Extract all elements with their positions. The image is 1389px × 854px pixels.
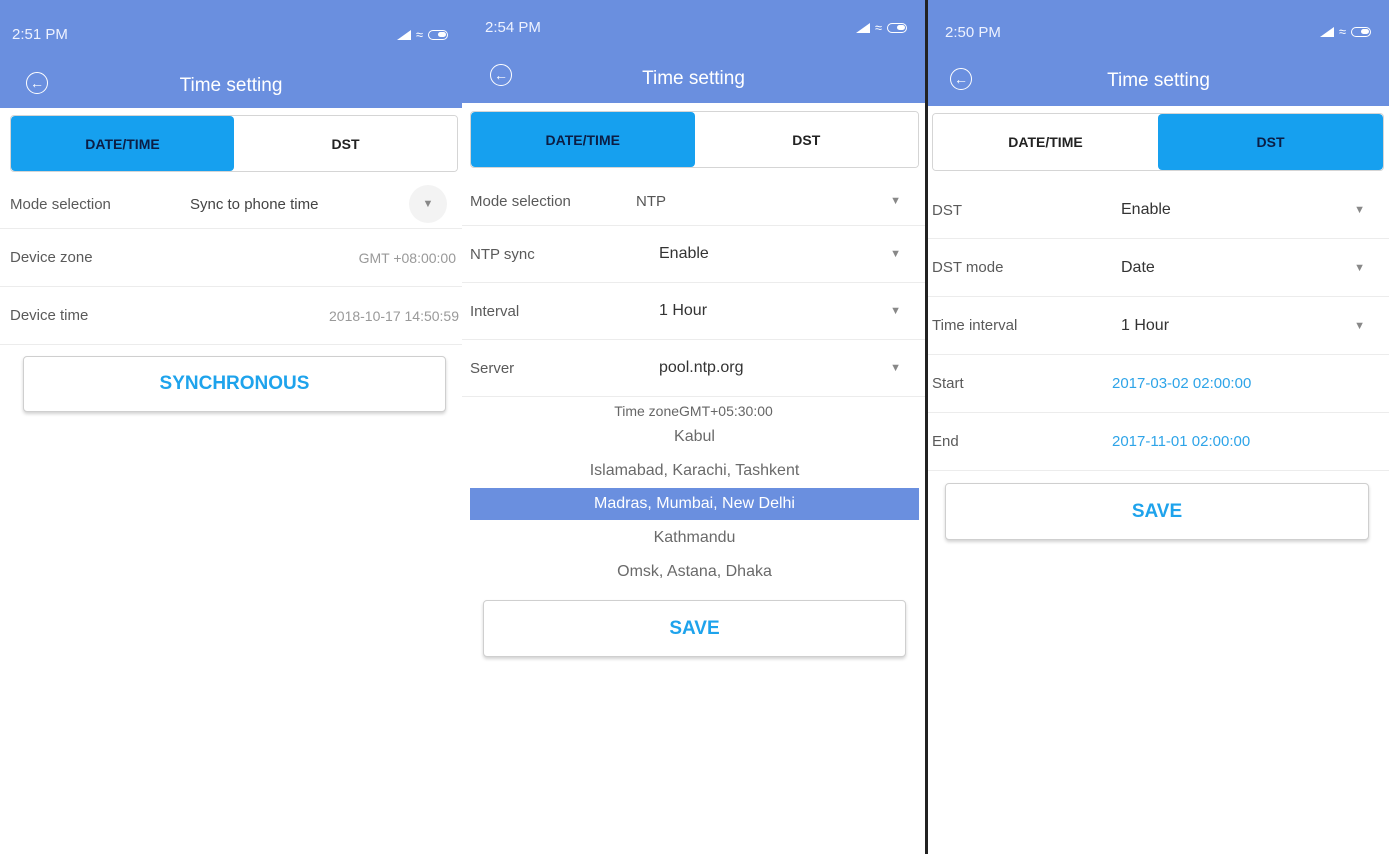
dropdown-caret-icon[interactable]: ▼ [890,362,901,374]
mode-selection-label: Mode selection [470,192,571,210]
dropdown-caret-icon[interactable]: ▼ [890,305,901,317]
dropdown-caret-icon[interactable]: ▼ [890,248,901,260]
tab-dst[interactable]: DST [234,116,457,171]
status-icons: ≈ [854,21,907,34]
end-label: End [932,433,959,450]
tab-bar: DATE/TIME DST [10,115,458,172]
ntp-sync-label: NTP sync [470,245,535,263]
dst-mode-value[interactable]: Date [1121,259,1155,277]
signal-icon [395,29,411,40]
time-interval-label: Time interval [932,317,1018,334]
tab-dst[interactable]: DST [694,112,918,167]
interval-value[interactable]: 1 Hour [659,302,707,320]
end-row[interactable]: End 2017-11-01 02:00:00 [928,413,1389,471]
mode-selection-label: Mode selection [10,195,111,213]
ntp-sync-value[interactable]: Enable [659,245,709,263]
time-interval-row[interactable]: Time interval 1 Hour ▼ [928,297,1389,355]
dropdown-caret-icon[interactable]: ▼ [1354,320,1365,332]
mode-selection-value[interactable]: NTP [636,193,666,210]
tab-bar: DATE/TIME DST [470,111,919,168]
interval-label: Interval [470,302,520,320]
dropdown-caret-icon[interactable]: ▼ [890,195,901,207]
mode-selection-value[interactable]: Sync to phone time [190,196,318,213]
synchronous-button[interactable]: SYNCHRONOUS [23,356,446,412]
screen-date-time-sync: 2:51 PM ≈ ← Time setting DATE/TIME DST M… [0,0,462,854]
start-row[interactable]: Start 2017-03-02 02:00:00 [928,355,1389,413]
ntp-sync-row[interactable]: NTP sync Enable ▼ [462,226,925,283]
status-icons: ≈ [395,28,448,41]
app-bar: 2:50 PM ≈ ← Time setting [928,0,1389,106]
dst-row[interactable]: DST Enable ▼ [928,182,1389,239]
device-time-label: Device time [10,307,89,324]
page-title: Time setting [642,68,745,89]
start-label: Start [932,375,964,392]
dropdown-caret-icon[interactable]: ▼ [1354,204,1365,216]
screen-ntp-settings: 2:54 PM ≈ ← Time setting DATE/TIME DST M… [462,0,925,854]
time-interval-value[interactable]: 1 Hour [1121,317,1169,335]
page-title: Time setting [179,75,283,96]
mode-selection-row[interactable]: Mode selection Sync to phone time ▼ [0,180,462,229]
device-time-value: 2018-10-17 14:50:59 [329,307,459,324]
server-value[interactable]: pool.ntp.org [659,359,744,377]
screen-dst-settings: 2:50 PM ≈ ← Time setting DATE/TIME DST D… [928,0,1389,854]
wifi-icon: ≈ [415,27,423,42]
time-zone-option[interactable]: Islamabad, Karachi, Tashkent [470,455,919,487]
dst-value[interactable]: Enable [1121,201,1171,219]
time-zone-option-selected[interactable]: Madras, Mumbai, New Delhi [470,488,919,520]
dst-mode-row[interactable]: DST mode Date ▼ [928,239,1389,297]
dropdown-caret-icon[interactable]: ▼ [1354,262,1365,274]
tab-date-time[interactable]: DATE/TIME [933,114,1158,170]
mode-selection-row[interactable]: Mode selection NTP ▼ [462,177,925,226]
app-bar: 2:54 PM ≈ ← Time setting [462,0,925,103]
wifi-icon: ≈ [874,20,882,35]
app-bar: 2:51 PM ≈ ← Time setting [0,0,462,108]
start-value[interactable]: 2017-03-02 02:00:00 [1112,375,1251,392]
time-zone-option[interactable]: Omsk, Astana, Dhaka [470,556,919,588]
time-zone-option[interactable]: Kathmandu [470,522,919,554]
battery-icon [1351,26,1371,37]
device-time-row: Device time 2018-10-17 14:50:59 [0,287,462,345]
server-row[interactable]: Server pool.ntp.org ▼ [462,340,925,397]
time-zone-option[interactable]: Kabul [470,421,919,453]
wifi-icon: ≈ [1338,24,1346,39]
device-zone-label: Device zone [10,249,93,266]
time-zone-picker-header: Time zoneGMT+05:30:00 [614,403,773,419]
battery-icon [887,22,907,33]
server-label: Server [470,359,515,377]
device-zone-row: Device zone GMT +08:00:00 [0,229,462,287]
signal-icon [1318,26,1334,37]
dst-label: DST [932,201,962,219]
save-button[interactable]: SAVE [945,483,1369,540]
status-time: 2:50 PM [945,24,1001,41]
interval-row[interactable]: Interval 1 Hour ▼ [462,283,925,340]
signal-icon [854,22,870,33]
save-button[interactable]: SAVE [483,600,906,657]
tab-dst[interactable]: DST [1158,114,1383,170]
status-time: 2:54 PM [485,19,541,36]
device-zone-value: GMT +08:00:00 [358,249,456,266]
page-title: Time setting [1107,70,1210,91]
tab-date-time[interactable]: DATE/TIME [471,112,695,167]
status-time: 2:51 PM [12,26,68,43]
dropdown-caret-icon[interactable]: ▼ [409,185,447,223]
end-value[interactable]: 2017-11-01 02:00:00 [1112,433,1250,450]
tab-bar: DATE/TIME DST [932,113,1384,171]
status-icons: ≈ [1318,25,1371,38]
battery-icon [428,29,448,40]
tab-date-time[interactable]: DATE/TIME [11,116,234,171]
dst-mode-label: DST mode [932,259,1004,276]
